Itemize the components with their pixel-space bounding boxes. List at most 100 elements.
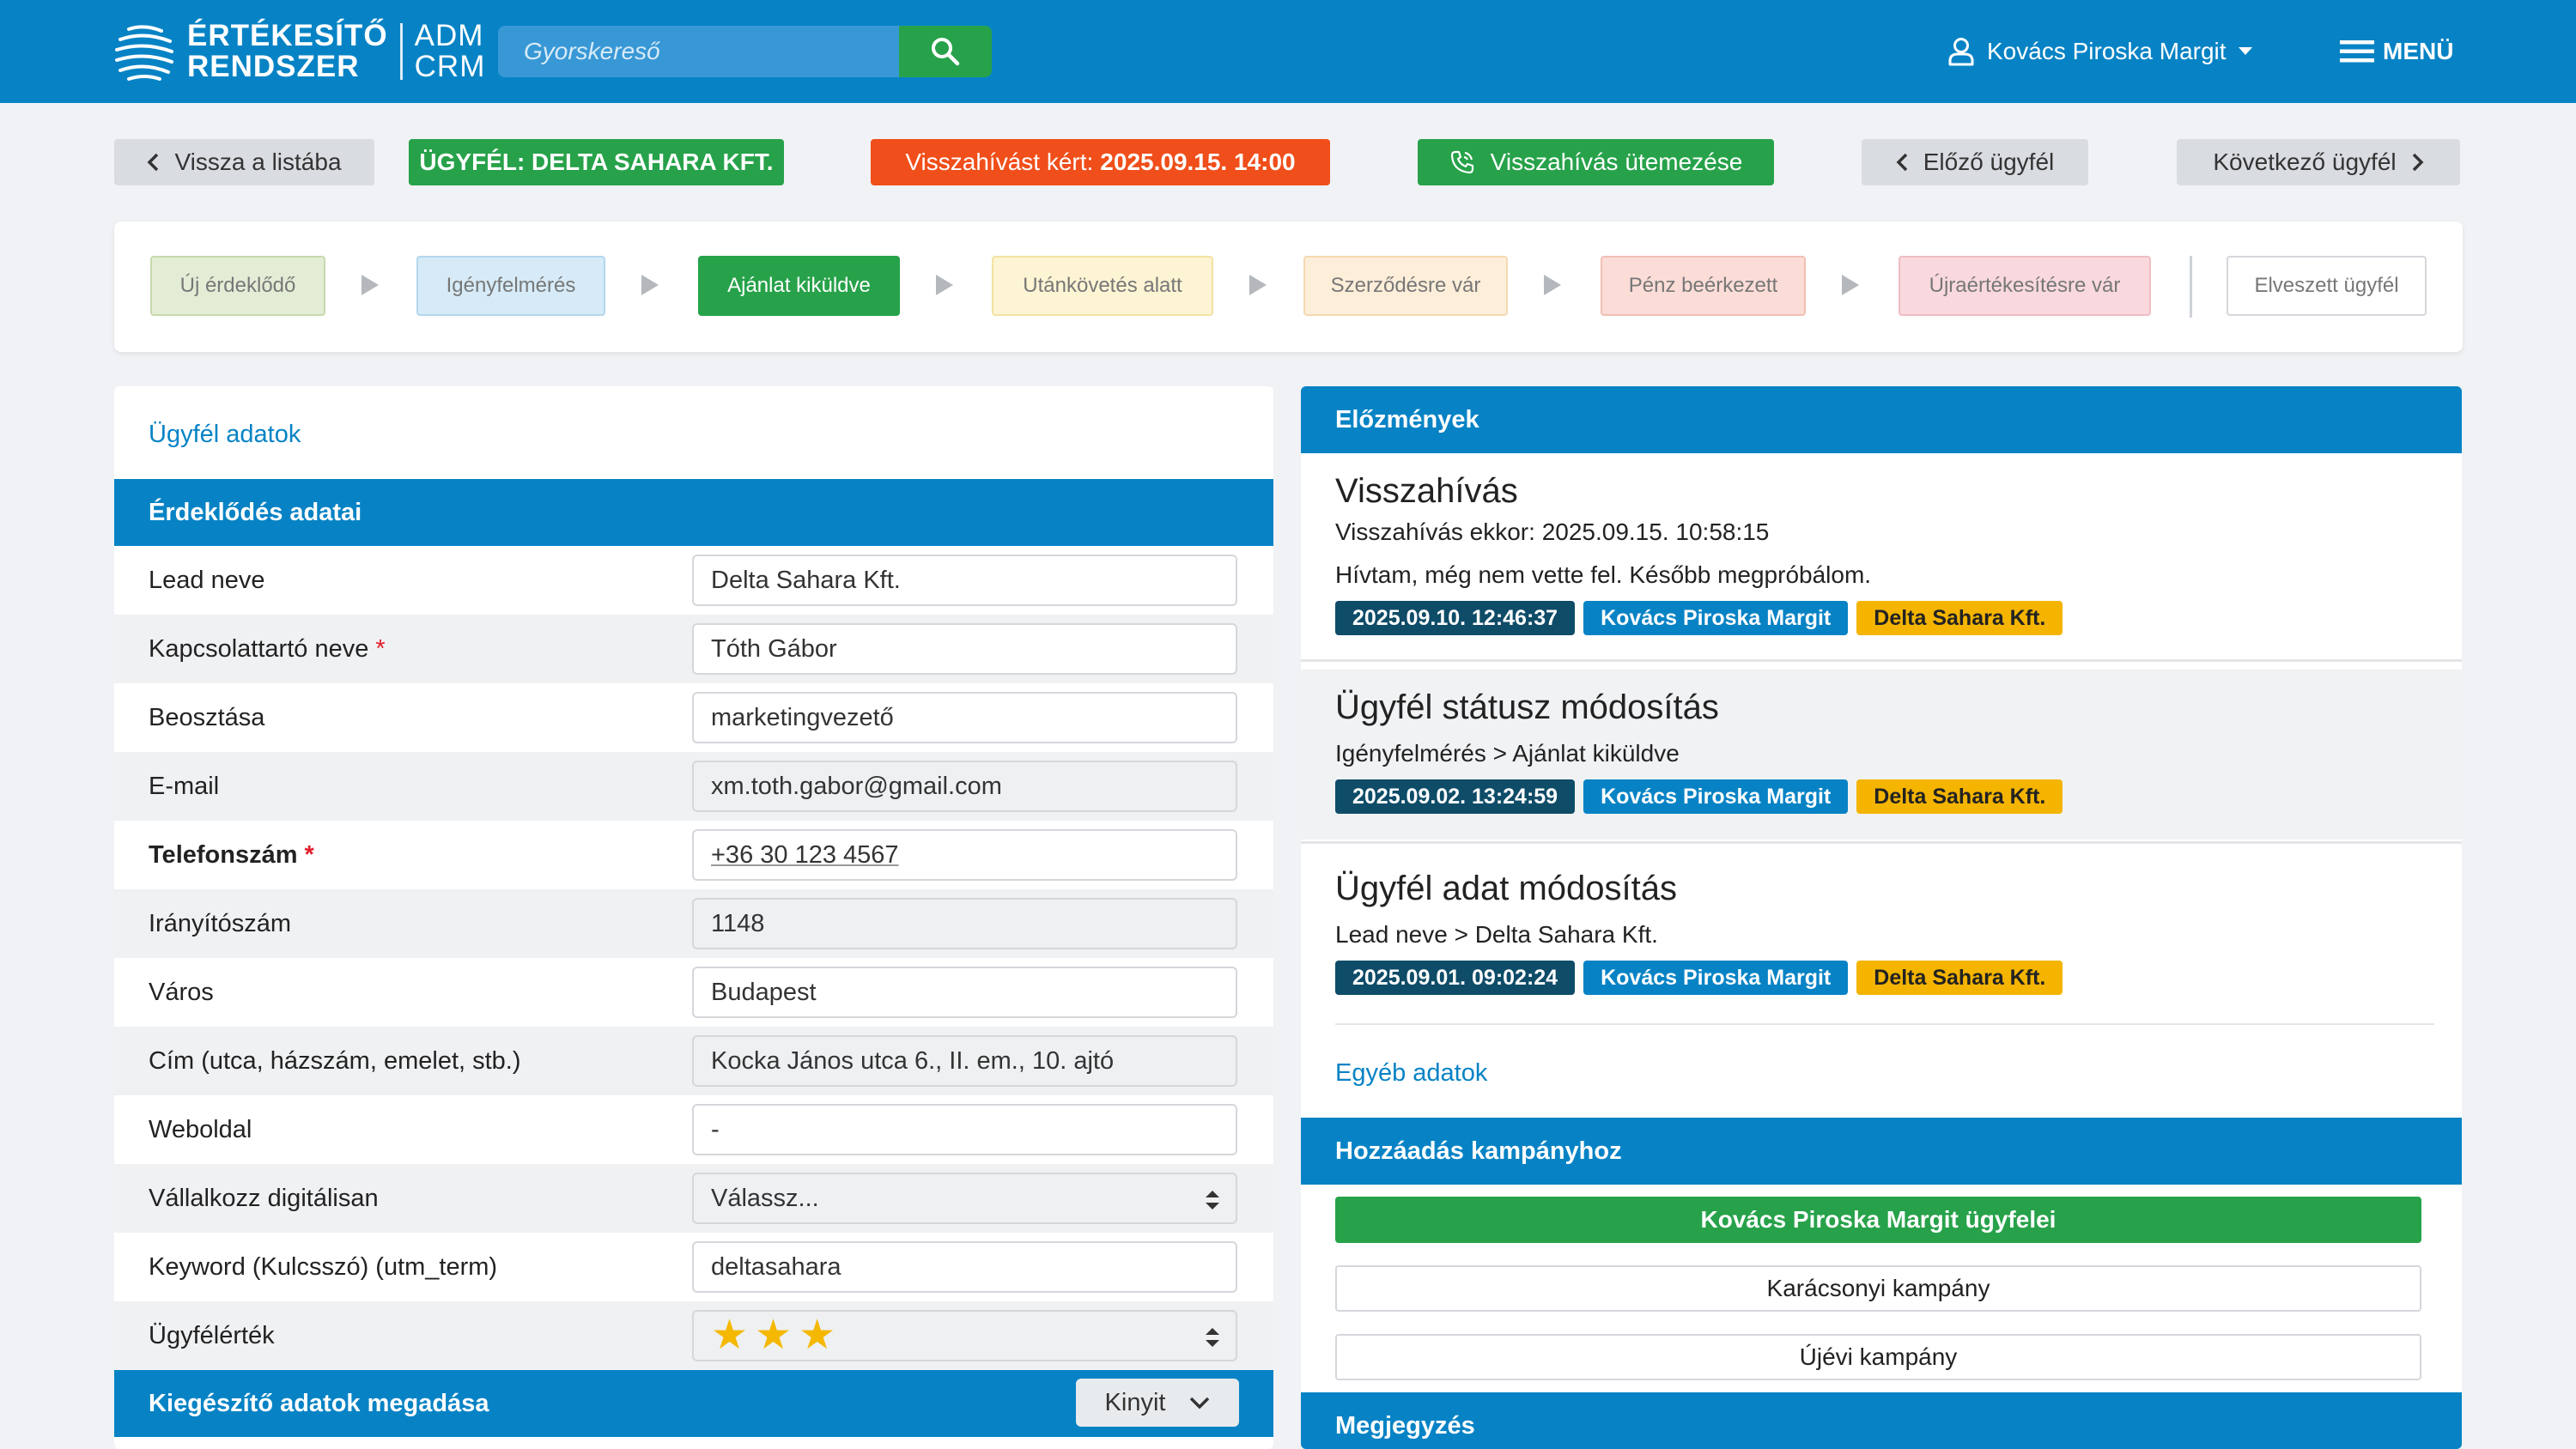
stage-arrow-icon xyxy=(1249,275,1267,295)
stage-arrow-icon xyxy=(1842,275,1859,295)
pipeline-divider xyxy=(2190,256,2192,318)
history-item: Ügyfél státusz módosítás Igényfelmérés >… xyxy=(1301,670,2462,840)
field-label-text: Kapcsolattartó neve xyxy=(149,634,369,663)
stage-payment-received[interactable]: Pénz beérkezett xyxy=(1601,256,1806,316)
stage-new-lead[interactable]: Új érdeklődő xyxy=(150,256,325,316)
back-to-list-button[interactable]: Vissza a listába xyxy=(114,139,374,185)
phone-value: +36 30 123 4567 xyxy=(711,840,899,869)
website-input[interactable]: - xyxy=(692,1104,1237,1155)
select-arrows-icon xyxy=(1206,1328,1219,1347)
address-field[interactable]: Kocka János utca 6., II. em., 10. ajtó xyxy=(692,1035,1237,1087)
field-label-text: Telefonszám xyxy=(149,840,298,869)
history-item-title: Visszahívás xyxy=(1335,472,1518,510)
search-button[interactable] xyxy=(899,26,992,77)
history-item-detail: Visszahívás ekkor: 2025.09.15. 10:58:15 xyxy=(1335,518,1770,545)
stage-awaiting-resale[interactable]: Újraértékesítésre vár xyxy=(1899,256,2151,316)
stage-label: Utánkövetés alatt xyxy=(1023,274,1182,297)
city-input[interactable]: Budapest xyxy=(692,967,1237,1018)
client-name-badge: ÜGYFÉL: DELTA SAHARA KFT. xyxy=(409,139,784,185)
client-badge: Delta Sahara Kft. xyxy=(1856,961,2063,995)
select-arrows-icon xyxy=(1206,1191,1219,1210)
form-row-website: Weboldal - xyxy=(114,1095,1273,1164)
client-badge: Delta Sahara Kft. xyxy=(1856,601,2063,635)
note-section-title: Megjegyzés xyxy=(1335,1411,1475,1440)
schedule-callback-label: Visszahívás ütemezése xyxy=(1490,149,1743,175)
rating-stars: ★ ★ ★ xyxy=(711,1315,835,1356)
logo-globe-icon xyxy=(115,25,173,81)
logo-sub-line-1: ADM xyxy=(414,19,484,52)
stage-awaiting-contract[interactable]: Szerződésre vár xyxy=(1303,256,1508,316)
stage-arrow-icon xyxy=(641,275,659,295)
logo-divider xyxy=(399,23,403,80)
form-row-position: Beosztása marketingvezető xyxy=(114,683,1273,752)
date-badge: 2025.09.10. 12:46:37 xyxy=(1335,601,1576,635)
campaign-button-new-year[interactable]: Újévi kampány xyxy=(1335,1334,2421,1380)
logo-main-text: ÉRTÉKESÍTŐ RENDSZER xyxy=(187,21,388,82)
form-row-digital: Vállalkozz digitálisan Válassz... xyxy=(114,1164,1273,1233)
stage-needs-assessment[interactable]: Igényfelmérés xyxy=(416,256,605,316)
client-value-select[interactable]: ★ ★ ★ xyxy=(692,1310,1237,1361)
history-item-detail: Igényfelmérés > Ajánlat kiküldve xyxy=(1335,740,1680,767)
lead-name-input[interactable]: Delta Sahara Kft. xyxy=(692,555,1237,606)
phone-callback-icon xyxy=(1450,150,1473,174)
history-item-detail: Hívtam, még nem vette fel. Később megpró… xyxy=(1335,561,1872,588)
campaign-section-title: Hozzáadás kampányhoz xyxy=(1335,1137,1622,1165)
logo-sub-line-2: CRM xyxy=(414,50,486,83)
form-row-zip: Irányítószám 1148 xyxy=(114,889,1273,958)
client-data-title[interactable]: Ügyfél adatok xyxy=(149,421,301,449)
main-menu-button[interactable]: MENÜ xyxy=(2340,31,2453,72)
date-badge: 2025.09.02. 13:24:59 xyxy=(1335,779,1576,814)
expand-toggle-button[interactable]: Kinyit xyxy=(1076,1379,1239,1427)
next-client-label: Következő ügyfél xyxy=(2213,149,2397,175)
field-label: Kapcsolattartó neve * xyxy=(149,615,386,683)
field-label: Vállalkozz digitálisan xyxy=(149,1184,379,1212)
zip-field[interactable]: 1148 xyxy=(692,898,1237,949)
history-item-detail: Lead neve > Delta Sahara Kft. xyxy=(1335,921,1658,948)
history-title: Előzmények xyxy=(1335,405,1479,433)
quick-search xyxy=(498,26,992,77)
position-input[interactable]: marketingvezető xyxy=(692,692,1237,743)
form-row-phone: Telefonszám * +36 30 123 4567 xyxy=(114,821,1273,889)
star-icon: ★ xyxy=(755,1313,793,1358)
other-data-title[interactable]: Egyéb adatok xyxy=(1335,1059,1487,1088)
campaign-button-christmas[interactable]: Karácsonyi kampány xyxy=(1335,1265,2421,1312)
inquiry-section-title: Érdeklődés adatai xyxy=(149,498,362,526)
field-label: Lead neve xyxy=(149,566,265,594)
callback-requested-time: 2025.09.15. 14:00 xyxy=(1100,149,1296,175)
note-section-header: Megjegyzés xyxy=(1301,1392,2462,1449)
digital-select[interactable]: Válassz... xyxy=(692,1173,1237,1224)
extra-data-section-header: Kiegészítő adatok megadása Kinyit xyxy=(114,1370,1273,1437)
star-icon: ★ xyxy=(799,1313,836,1358)
stage-follow-up[interactable]: Utánkövetés alatt xyxy=(992,256,1213,316)
top-header: ÉRTÉKESÍTŐ RENDSZER ADM CRM Kovács Piros… xyxy=(0,0,2576,103)
phone-input[interactable]: +36 30 123 4567 xyxy=(692,829,1237,881)
keyword-input[interactable]: deltasahara xyxy=(692,1241,1237,1293)
logo-line-1: ÉRTÉKESÍTŐ xyxy=(187,19,388,52)
stage-lost-client[interactable]: Elveszett ügyfél xyxy=(2227,256,2427,316)
previous-client-button[interactable]: Előző ügyfél xyxy=(1862,139,2088,185)
next-client-button[interactable]: Következő ügyfél xyxy=(2177,139,2460,185)
stage-label: Szerződésre vár xyxy=(1330,274,1481,297)
schedule-callback-button[interactable]: Visszahívás ütemezése xyxy=(1418,139,1774,185)
stage-label: Új érdeklődő xyxy=(179,274,296,297)
history-item-title: Ügyfél adat módosítás xyxy=(1335,870,1677,907)
client-data-panel: Ügyfél adatok Érdeklődés adatai Lead nev… xyxy=(114,386,1273,1449)
history-item-badges: 2025.09.02. 13:24:59 Kovács Piroska Marg… xyxy=(1335,779,2063,814)
callback-requested-prefix: Visszahívást kért: xyxy=(905,149,1094,175)
field-label: E-mail xyxy=(149,772,220,800)
campaign-button-own-clients[interactable]: Kovács Piroska Margit ügyfelei xyxy=(1335,1197,2421,1243)
stage-label: Ajánlat kiküldve xyxy=(727,274,871,297)
caret-down-icon xyxy=(2238,47,2252,55)
contact-name-input[interactable]: Tóth Gábor xyxy=(692,623,1237,675)
inquiry-section-header: Érdeklődés adatai xyxy=(114,479,1273,546)
history-divider xyxy=(1335,1023,2434,1025)
email-field[interactable]: xm.toth.gabor@gmail.com xyxy=(692,761,1237,812)
quick-search-input[interactable] xyxy=(498,26,899,77)
client-name-label: ÜGYFÉL: DELTA SAHARA KFT. xyxy=(419,149,774,175)
user-badge: Kovács Piroska Margit xyxy=(1583,779,1849,814)
user-menu[interactable]: Kovács Piroska Margit xyxy=(1947,31,2252,72)
logo-line-2: RENDSZER xyxy=(187,50,360,83)
app-logo[interactable]: ÉRTÉKESÍTŐ RENDSZER ADM CRM xyxy=(112,19,485,84)
stage-offer-sent[interactable]: Ajánlat kiküldve xyxy=(698,256,900,316)
history-item-badges: 2025.09.10. 12:46:37 Kovács Piroska Marg… xyxy=(1335,601,2063,635)
